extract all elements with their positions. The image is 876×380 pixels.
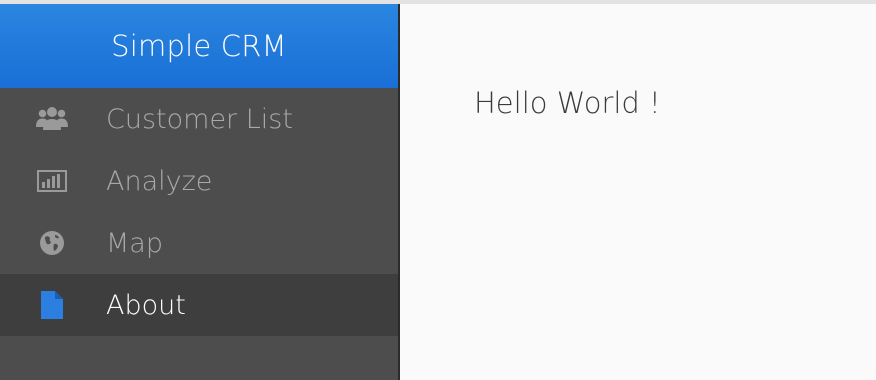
sidebar-item-label: Map: [106, 227, 163, 259]
app-shell: Simple CRM Customer List Analyze Map Abo…: [0, 4, 876, 380]
sidebar-item-customer-list[interactable]: Customer List: [0, 88, 398, 150]
sidebar-item-label: Analyze: [106, 165, 213, 197]
sidebar-nav: Customer List Analyze Map About: [0, 88, 398, 336]
content-text: Hello World !: [474, 86, 661, 120]
sidebar-item-label: About: [106, 289, 186, 321]
bar-chart-icon: [36, 165, 68, 197]
main-content: Hello World !: [400, 4, 876, 380]
users-icon: [36, 103, 68, 135]
file-icon: [36, 289, 68, 321]
sidebar-item-analyze[interactable]: Analyze: [0, 150, 398, 212]
sidebar-item-about[interactable]: About: [0, 274, 398, 336]
sidebar-item-map[interactable]: Map: [0, 212, 398, 274]
app-title[interactable]: Simple CRM: [0, 4, 398, 88]
sidebar-item-label: Customer List: [106, 103, 293, 135]
globe-icon: [36, 227, 68, 259]
sidebar: Simple CRM Customer List Analyze Map Abo…: [0, 4, 398, 380]
